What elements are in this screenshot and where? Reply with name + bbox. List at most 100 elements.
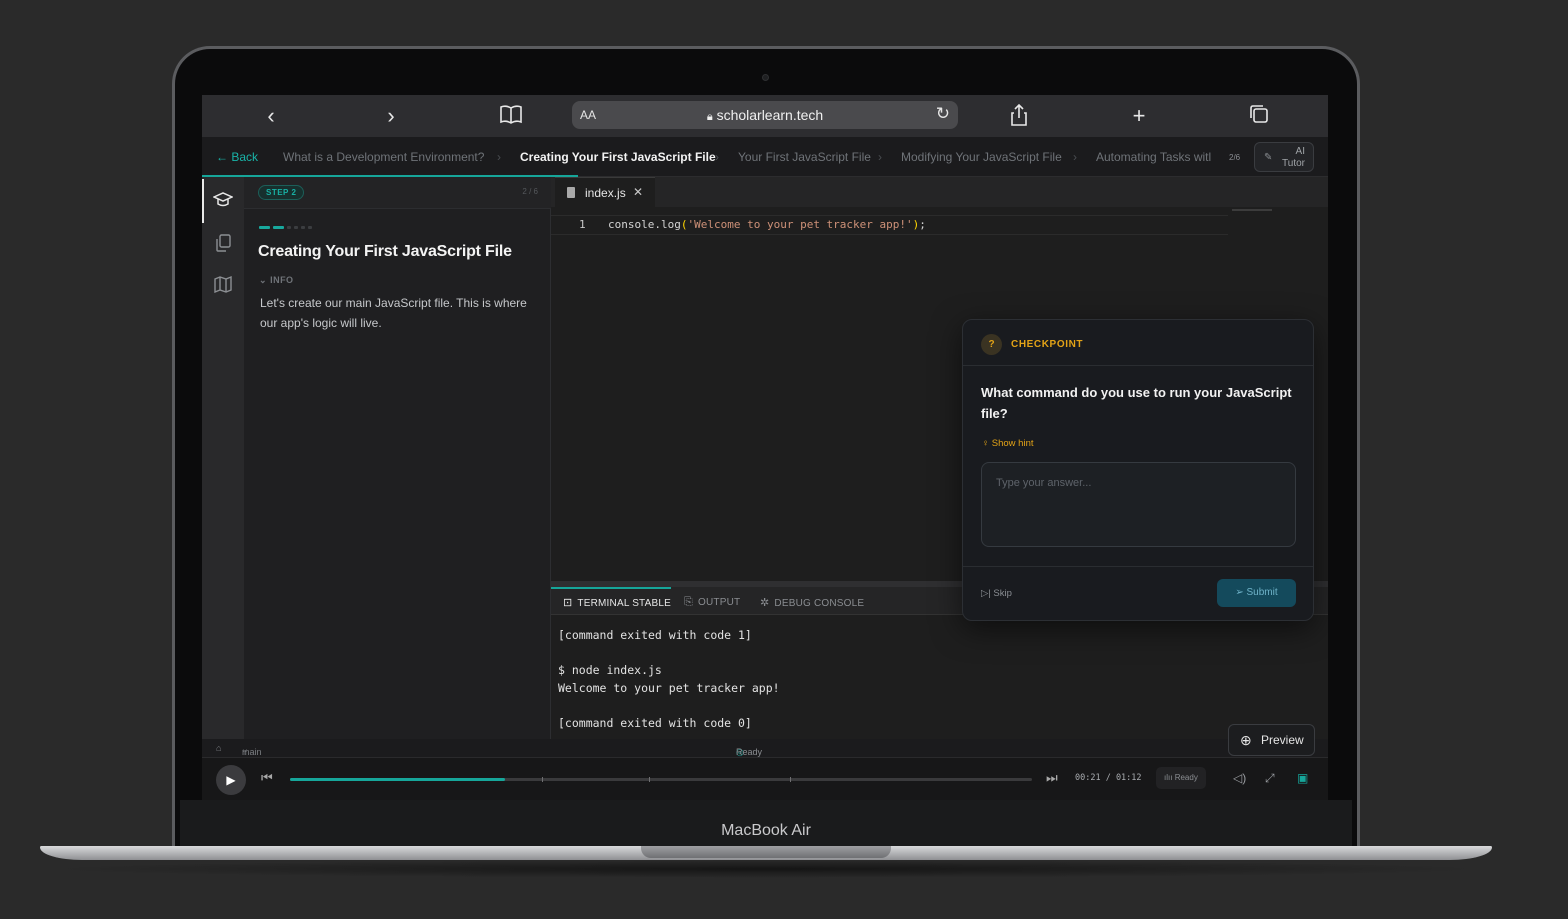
progress-track[interactable] bbox=[290, 777, 1032, 782]
checkpoint-label: CHECKPOINT bbox=[1011, 339, 1084, 350]
player-ready-badge: ılıı Ready bbox=[1156, 767, 1206, 789]
preview-label: Preview bbox=[1261, 733, 1304, 747]
code-line[interactable]: console.log('Welcome to your pet tracker… bbox=[608, 218, 926, 231]
submit-label: Submit bbox=[1246, 587, 1278, 598]
share-icon[interactable] bbox=[1004, 103, 1034, 133]
close-icon[interactable]: ✕ bbox=[633, 185, 643, 199]
editor-tab-label: index.js bbox=[585, 186, 626, 200]
question-icon: ? bbox=[981, 334, 1002, 355]
lesson-panel: STEP 2 2 / 6 Creating Your First JavaScr… bbox=[244, 177, 551, 739]
line-number: 1 bbox=[579, 218, 586, 231]
globe-icon: ⊕ bbox=[1240, 732, 1252, 748]
chapter-marker bbox=[649, 777, 650, 782]
screen: ‹ › AA 🔒︎ scholarlearn.tech ↻ + ← Back W… bbox=[202, 95, 1328, 800]
breadcrumb-item[interactable]: Automating Tasks witl bbox=[1096, 150, 1216, 164]
info-section-toggle[interactable]: ⌄ INFO bbox=[259, 275, 294, 286]
camera bbox=[762, 74, 769, 81]
lesson-title: Creating Your First JavaScript File bbox=[258, 243, 512, 260]
terminal-icon: ⊡ bbox=[563, 597, 573, 609]
submit-button[interactable]: ➢ Submit bbox=[1217, 579, 1296, 607]
lesson-header: STEP 2 2 / 6 bbox=[244, 177, 551, 209]
lightbulb-icon: ♀ bbox=[982, 438, 990, 449]
time-display: 00:21 / 01:12 bbox=[1075, 773, 1142, 783]
breadcrumb-item[interactable]: Your First JavaScript File bbox=[738, 150, 871, 164]
tab-output[interactable]: ⎘ OUTPUT bbox=[684, 596, 740, 609]
graduation-cap-icon[interactable] bbox=[212, 191, 234, 213]
lesson-breadcrumb: ← Back What is a Development Environment… bbox=[202, 137, 1328, 177]
breadcrumb-item-current[interactable]: Creating Your First JavaScript File bbox=[520, 150, 716, 164]
output-icon: ⎘ bbox=[684, 596, 693, 608]
fullscreen-icon[interactable]: ⤢ bbox=[1265, 771, 1275, 786]
chevron-right-icon: › bbox=[715, 150, 719, 164]
address-bar[interactable]: AA 🔒︎ scholarlearn.tech ↻ bbox=[572, 101, 958, 129]
reload-icon[interactable]: ↻ bbox=[936, 104, 950, 124]
skip-back-icon[interactable]: ⏮︎ bbox=[261, 770, 273, 786]
chevron-right-icon: › bbox=[497, 150, 501, 164]
answer-input[interactable]: Type your answer... bbox=[981, 462, 1296, 547]
waveform-icon: ılıı bbox=[1164, 773, 1173, 782]
plus-icon[interactable]: + bbox=[1124, 103, 1154, 129]
laptop-notch bbox=[641, 846, 891, 858]
breadcrumb-item[interactable]: What is a Development Environment? bbox=[283, 150, 484, 164]
tabs-icon[interactable] bbox=[1244, 103, 1274, 131]
volume-icon[interactable]: ◁) bbox=[1233, 771, 1246, 785]
video-player-bar: ▶ ⏮︎ ⏭︎ 00:21 / 01:12 ılıı Ready ◁) ⤢ ▣ bbox=[202, 757, 1328, 800]
minimap bbox=[1232, 209, 1272, 211]
skip-icon: ▷| bbox=[981, 588, 991, 599]
laptop-shadow bbox=[40, 860, 1492, 878]
step-progress-dots bbox=[259, 216, 315, 234]
activity-bar bbox=[202, 177, 244, 739]
checkpoint-card: ? CHECKPOINT What command do you use to … bbox=[962, 319, 1314, 621]
lock-icon: 🔒︎ bbox=[706, 111, 713, 123]
branch-name: main bbox=[242, 747, 262, 757]
editor-tabs: index.js ✕ bbox=[551, 177, 1328, 207]
checkpoint-question: What command do you use to run your Java… bbox=[981, 385, 1292, 421]
url-label: scholarlearn.tech bbox=[716, 107, 824, 123]
tab-debug-label: DEBUG CONSOLE bbox=[774, 598, 865, 609]
terminal-output[interactable]: [command exited with code 1] $ node inde… bbox=[558, 627, 780, 732]
ai-tutor-label-line2: Tutor bbox=[1282, 158, 1305, 169]
sparkle-icon: ✎ bbox=[1264, 152, 1273, 163]
url-text: 🔒︎ scholarlearn.tech bbox=[572, 107, 958, 124]
active-tab-indicator bbox=[551, 587, 671, 589]
chevron-right-icon[interactable]: › bbox=[376, 103, 406, 129]
code-semicolon: ; bbox=[919, 218, 926, 231]
code-string: 'Welcome to your pet tracker app!' bbox=[687, 218, 913, 231]
chevron-right-icon: › bbox=[1073, 150, 1077, 164]
play-icon: ▶ bbox=[226, 773, 236, 787]
browser-toolbar: ‹ › AA 🔒︎ scholarlearn.tech ↻ + bbox=[202, 95, 1328, 137]
skip-forward-icon[interactable]: ⏭︎ bbox=[1046, 770, 1058, 786]
checkpoint-header: ? CHECKPOINT bbox=[963, 320, 1313, 366]
back-link[interactable]: ← Back bbox=[216, 150, 258, 164]
step-count: 2 / 6 bbox=[522, 187, 538, 196]
step-badge: STEP 2 bbox=[258, 185, 305, 200]
chapter-marker bbox=[790, 777, 791, 782]
editor-tab-index-js[interactable]: index.js ✕ bbox=[555, 177, 655, 207]
tab-terminal-label: TERMINAL STABLE bbox=[577, 598, 671, 609]
map-icon[interactable] bbox=[212, 275, 234, 297]
ai-tutor-button[interactable]: ✎ AI Tutor bbox=[1254, 142, 1314, 172]
lesson-text: Let's create our main JavaScript file. T… bbox=[260, 296, 527, 330]
status-bar: ⌂ ⑂ main ◎ Ready bbox=[202, 739, 1328, 757]
files-icon[interactable] bbox=[212, 233, 234, 255]
ai-tutor-label-line1: AI bbox=[1295, 146, 1305, 157]
play-button[interactable]: ▶ bbox=[216, 765, 246, 795]
home-icon[interactable]: ⌂ bbox=[216, 743, 221, 753]
chevron-right-icon: › bbox=[878, 150, 882, 164]
tab-terminal[interactable]: ⊡ TERMINAL STABLE bbox=[563, 596, 671, 609]
show-hint-label: Show hint bbox=[991, 438, 1034, 449]
preview-button[interactable]: ⊕ Preview bbox=[1228, 724, 1315, 756]
info-label: INFO bbox=[270, 275, 294, 285]
laptop: MacBook Air ‹ › AA 🔒︎ scholarlearn.tech … bbox=[0, 0, 1568, 919]
book-icon[interactable] bbox=[496, 103, 526, 132]
skip-button[interactable]: ▷| Skip bbox=[981, 588, 1012, 599]
show-hint-link[interactable]: ♀ Show hint bbox=[982, 438, 1034, 449]
breadcrumb-item[interactable]: Modifying Your JavaScript File bbox=[901, 150, 1062, 164]
tab-debug-console[interactable]: ✲ DEBUG CONSOLE bbox=[760, 596, 864, 609]
chevron-left-icon[interactable]: ‹ bbox=[256, 103, 286, 129]
code-fn: console.log bbox=[608, 218, 681, 231]
device-label: MacBook Air bbox=[721, 822, 811, 839]
captions-icon[interactable]: ▣ bbox=[1297, 771, 1308, 785]
player-ready-label: Ready bbox=[1174, 773, 1198, 782]
progress-fill bbox=[290, 778, 506, 781]
